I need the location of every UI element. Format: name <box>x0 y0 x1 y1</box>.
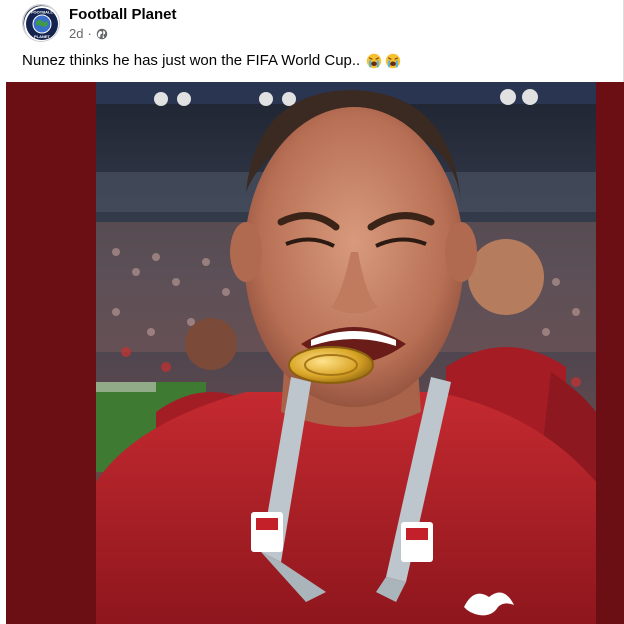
globe-icon[interactable] <box>96 28 108 40</box>
post-caption: Nunez thinks he has just won the FIFA Wo… <box>22 52 401 69</box>
facebook-post: FOOTBALL PLANET Football Planet 2d · Nun… <box>0 0 624 624</box>
post-meta-block: Football Planet 2d · <box>69 5 177 42</box>
crying-face-emoji-icon <box>386 53 401 68</box>
svg-text:PLANET: PLANET <box>34 34 51 39</box>
meta-separator: · <box>87 25 92 41</box>
post-photo[interactable] <box>96 82 596 624</box>
crying-face-emoji-icon <box>367 53 382 68</box>
page-name-link[interactable]: Football Planet <box>69 5 177 24</box>
post-timestamp[interactable]: 2d <box>69 26 83 42</box>
svg-text:FOOTBALL: FOOTBALL <box>31 10 53 15</box>
caption-text: Nunez thinks he has just won the FIFA Wo… <box>22 52 361 69</box>
post-header: FOOTBALL PLANET Football Planet 2d · <box>22 3 177 43</box>
post-meta-row: 2d · <box>69 26 177 42</box>
player-photo-illustration <box>96 82 596 624</box>
football-planet-logo-icon: FOOTBALL PLANET <box>24 6 59 41</box>
page-avatar[interactable]: FOOTBALL PLANET <box>22 4 60 42</box>
